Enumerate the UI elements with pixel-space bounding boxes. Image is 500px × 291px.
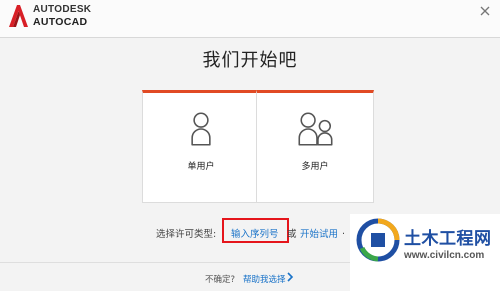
enter-serial-link[interactable]: 输入序列号 [231,226,279,240]
window-header: AUTODESK AUTOCAD [0,0,500,38]
or-text: 或 [287,229,297,240]
product-name: AUTOCAD [33,16,88,28]
watermark-url: www.civilcn.com [404,250,485,261]
brand-name: AUTODESK [33,4,92,15]
single-user-label: 单用户 [187,162,215,172]
multi-user-card[interactable]: 多用户 [256,90,374,203]
multi-user-label: 多用户 [301,162,329,172]
license-type-prompt: 选择许可类型: [156,229,217,240]
period-text: . [342,226,346,237]
autocad-logo-icon [9,5,28,27]
close-icon[interactable] [478,4,492,18]
site-watermark: 土木工程网 www.civilcn.com [350,214,500,291]
not-sure-text: 不确定? [205,275,236,285]
watermark-title: 土木工程网 [404,229,492,249]
chevron-right-icon[interactable] [286,271,295,283]
help-me-choose-link[interactable]: 帮助我选择 [243,273,286,285]
multi-user-icon [298,112,333,146]
brand-wordmark: AUTODESK AUTOCAD [33,4,91,28]
civilcn-logo-icon [356,218,400,262]
page-title: 我们开始吧 [202,50,298,71]
start-trial-link[interactable]: 开始试用 [300,226,338,240]
single-user-icon [191,112,211,146]
single-user-card[interactable]: 单用户 [142,90,260,203]
